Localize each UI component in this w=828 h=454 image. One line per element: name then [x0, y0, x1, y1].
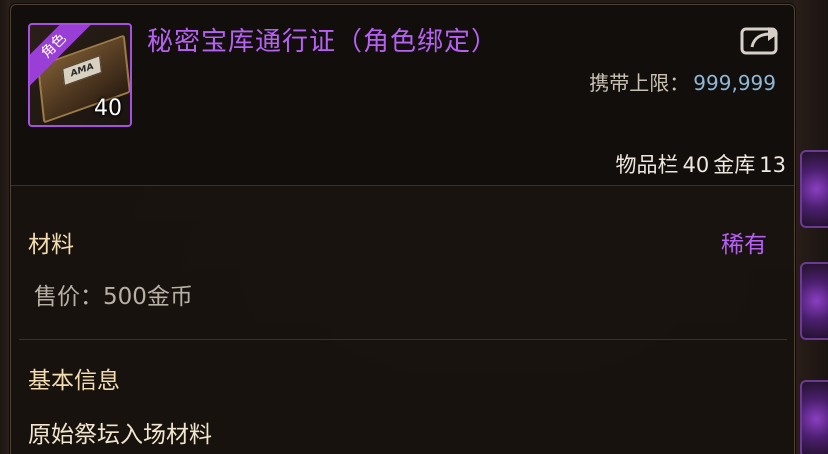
- basic-info-title: 基本信息: [28, 368, 120, 394]
- book-plate: AMA: [62, 55, 102, 87]
- item-description: 原始祭坛入场材料: [28, 422, 212, 448]
- carry-limit-value: 999,999: [693, 71, 776, 95]
- background-left-edge: [0, 0, 10, 454]
- item-category: 材料: [28, 232, 74, 258]
- inventory-label: 物品栏: [615, 153, 679, 177]
- share-button[interactable]: [740, 23, 780, 55]
- side-inventory-slot[interactable]: [800, 150, 828, 228]
- share-export-icon: [740, 27, 778, 55]
- carry-limit: 携带上限： 999,999: [589, 67, 776, 96]
- item-tooltip-panel: AMA 角色 40 秘密宝库通行证（角色绑定） 携带上限： 999,999 物品栏…: [10, 4, 795, 454]
- game-scene: AMA 角色 40 秘密宝库通行证（角色绑定） 携带上限： 999,999 物品栏…: [0, 0, 828, 454]
- header-divider: [11, 185, 794, 186]
- inventory-counts: 物品栏 40 金库 13: [612, 149, 786, 179]
- carry-limit-label: 携带上限：: [589, 71, 690, 95]
- secret-vault-pass-book-icon[interactable]: AMA 角色 40: [28, 23, 132, 127]
- storage-count: 13: [759, 153, 786, 177]
- sell-price: 售价：500金币: [34, 284, 193, 310]
- side-inventory-slot[interactable]: [800, 380, 828, 454]
- item-name: 秘密宝库通行证（角色绑定）: [147, 27, 499, 57]
- icon-stack-count: 40: [94, 96, 122, 121]
- tooltip-header: AMA 角色 40 秘密宝库通行证（角色绑定） 携带上限： 999,999 物品栏…: [11, 5, 794, 185]
- side-inventory-slot[interactable]: [800, 262, 828, 340]
- item-rarity: 稀有: [721, 232, 767, 258]
- inventory-count: 40: [682, 153, 710, 177]
- section-divider: [19, 339, 787, 340]
- storage-label: 金库: [713, 153, 756, 177]
